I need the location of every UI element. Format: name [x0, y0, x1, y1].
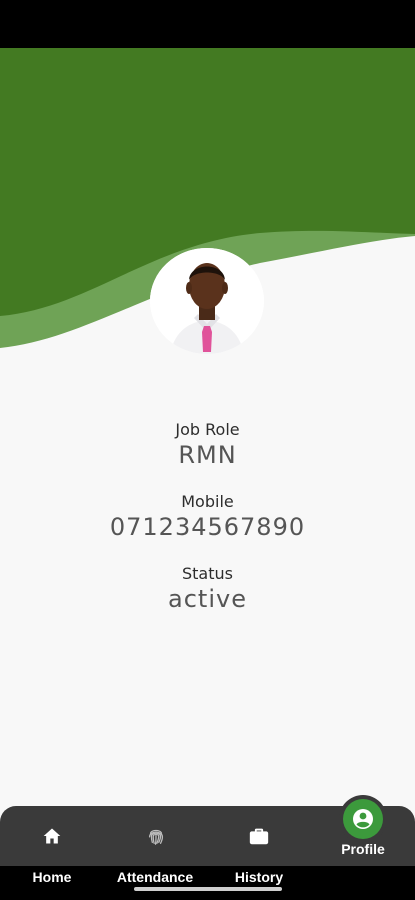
- job-role-value: RMN: [178, 441, 237, 469]
- home-icon: [43, 828, 61, 844]
- status-bar: [0, 0, 415, 48]
- status-label: Status: [182, 564, 233, 583]
- job-role-field: Job Role RMN: [0, 420, 415, 469]
- nav-label-attendance: Attendance: [116, 869, 194, 885]
- home-indicator: [134, 887, 282, 891]
- nav-label-profile: Profile: [341, 841, 385, 857]
- profile-avatar: [150, 248, 264, 354]
- person-photo-icon: [150, 248, 264, 354]
- briefcase-icon: [249, 828, 269, 845]
- status-field: Status active: [0, 564, 415, 613]
- status-value: active: [168, 585, 247, 613]
- mobile-field: Mobile 071234567890: [0, 492, 415, 541]
- profile-fab[interactable]: [343, 799, 383, 839]
- nav-label-history: History: [234, 869, 284, 885]
- mobile-label: Mobile: [181, 492, 234, 511]
- job-role-label: Job Role: [175, 420, 240, 439]
- fingerprint-icon: [148, 829, 164, 845]
- account-circle-icon: [353, 809, 373, 829]
- mobile-value: 071234567890: [109, 513, 306, 541]
- nav-label-home: Home: [32, 869, 72, 885]
